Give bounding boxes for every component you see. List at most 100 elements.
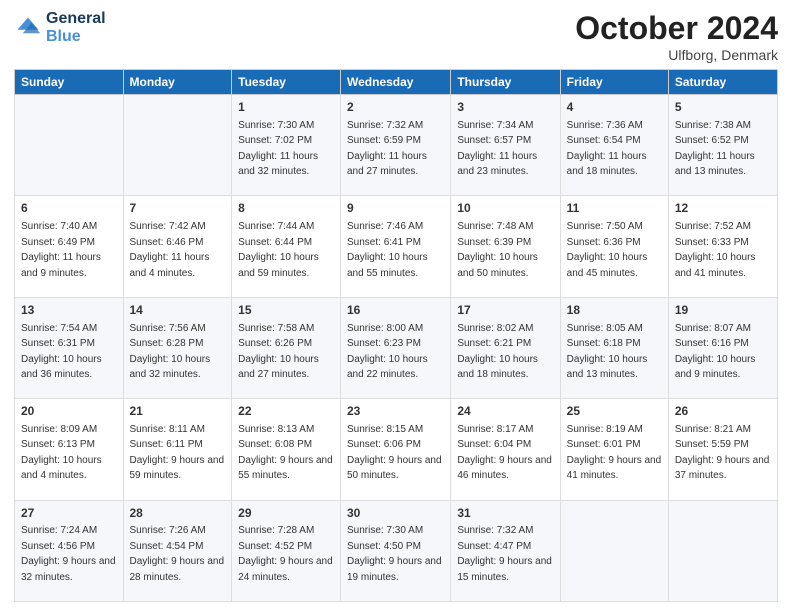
table-row: 6 Sunrise: 7:40 AMSunset: 6:49 PMDaylight… — [15, 196, 124, 297]
day-info: Sunrise: 7:38 AMSunset: 6:52 PMDaylight:… — [675, 120, 755, 178]
day-number: 10 — [457, 200, 553, 217]
day-number: 1 — [238, 99, 334, 116]
day-info: Sunrise: 8:00 AMSunset: 6:23 PMDaylight:… — [347, 323, 428, 381]
table-row: 27 Sunrise: 7:24 AMSunset: 4:56 PMDayligh… — [15, 500, 124, 601]
day-number: 5 — [675, 99, 771, 116]
table-row: 25 Sunrise: 8:19 AMSunset: 6:01 PMDayligh… — [560, 399, 668, 500]
day-info: Sunrise: 7:54 AMSunset: 6:31 PMDaylight:… — [21, 323, 102, 381]
day-info: Sunrise: 7:52 AMSunset: 6:33 PMDaylight:… — [675, 221, 756, 279]
title-area: October 2024 Ulfborg, Denmark — [575, 10, 778, 63]
table-row: 9Sunrise: 7:46 AMSunset: 6:41 PMDaylight… — [341, 196, 451, 297]
day-info: Sunrise: 7:34 AMSunset: 6:57 PMDaylight:… — [457, 120, 537, 178]
day-info: Sunrise: 7:36 AMSunset: 6:54 PMDaylight:… — [567, 120, 647, 178]
day-info: Sunrise: 7:30 AMSunset: 4:50 PMDaylight:… — [347, 525, 442, 583]
day-number: 21 — [130, 403, 226, 420]
day-number: 18 — [567, 302, 662, 319]
day-info: Sunrise: 8:21 AMSunset: 5:59 PMDaylight:… — [675, 424, 770, 482]
day-info: Sunrise: 8:05 AMSunset: 6:18 PMDaylight:… — [567, 323, 648, 381]
day-number: 17 — [457, 302, 553, 319]
table-row: 8Sunrise: 7:44 AMSunset: 6:44 PMDaylight… — [232, 196, 341, 297]
day-info: Sunrise: 8:19 AMSunset: 6:01 PMDaylight:… — [567, 424, 662, 482]
table-row: 16 Sunrise: 8:00 AMSunset: 6:23 PMDayligh… — [341, 297, 451, 398]
table-row: 3 Sunrise: 7:34 AMSunset: 6:57 PMDaylight… — [451, 95, 560, 196]
day-info: Sunrise: 8:11 AMSunset: 6:11 PMDaylight:… — [130, 424, 225, 482]
day-info: Sunrise: 7:32 AMSunset: 6:59 PMDaylight:… — [347, 120, 427, 178]
day-info: Sunrise: 7:48 AMSunset: 6:39 PMDaylight:… — [457, 221, 538, 279]
day-info: Sunrise: 7:42 AMSunset: 6:46 PMDaylight:… — [130, 221, 210, 279]
day-info: Sunrise: 7:58 AMSunset: 6:26 PMDaylight:… — [238, 323, 319, 381]
day-number: 11 — [567, 200, 662, 217]
col-thursday: Thursday — [451, 70, 560, 95]
col-tuesday: Tuesday — [232, 70, 341, 95]
table-row: 20 Sunrise: 8:09 AMSunset: 6:13 PMDayligh… — [15, 399, 124, 500]
day-number: 15 — [238, 302, 334, 319]
day-number: 23 — [347, 403, 444, 420]
table-row — [15, 95, 124, 196]
table-row — [560, 500, 668, 601]
logo-icon — [14, 14, 42, 42]
day-info: Sunrise: 7:44 AMSunset: 6:44 PMDaylight:… — [238, 221, 319, 279]
day-number: 2 — [347, 99, 444, 116]
table-row: 26 Sunrise: 8:21 AMSunset: 5:59 PMDayligh… — [668, 399, 777, 500]
table-row: 29Sunrise: 7:28 AMSunset: 4:52 PMDayligh… — [232, 500, 341, 601]
table-row: 30Sunrise: 7:30 AMSunset: 4:50 PMDayligh… — [341, 500, 451, 601]
table-row: 10 Sunrise: 7:48 AMSunset: 6:39 PMDayligh… — [451, 196, 560, 297]
day-number: 12 — [675, 200, 771, 217]
table-row — [668, 500, 777, 601]
day-info: Sunrise: 8:17 AMSunset: 6:04 PMDaylight:… — [457, 424, 552, 482]
logo: General Blue — [14, 10, 106, 45]
table-row: 21 Sunrise: 8:11 AMSunset: 6:11 PMDayligh… — [123, 399, 232, 500]
location: Ulfborg, Denmark — [575, 47, 778, 63]
day-number: 14 — [130, 302, 226, 319]
table-row: 12 Sunrise: 7:52 AMSunset: 6:33 PMDayligh… — [668, 196, 777, 297]
table-row: 4 Sunrise: 7:36 AMSunset: 6:54 PMDaylight… — [560, 95, 668, 196]
table-row — [123, 95, 232, 196]
table-row: 14 Sunrise: 7:56 AMSunset: 6:28 PMDayligh… — [123, 297, 232, 398]
calendar-week-1: 1 Sunrise: 7:30 AMSunset: 7:02 PMDaylight… — [15, 95, 778, 196]
day-number: 26 — [675, 403, 771, 420]
table-row: 2 Sunrise: 7:32 AMSunset: 6:59 PMDaylight… — [341, 95, 451, 196]
month-title: October 2024 — [575, 10, 778, 47]
day-info: Sunrise: 7:56 AMSunset: 6:28 PMDaylight:… — [130, 323, 211, 381]
day-info: Sunrise: 7:28 AMSunset: 4:52 PMDaylight:… — [238, 525, 333, 583]
calendar-week-4: 20 Sunrise: 8:09 AMSunset: 6:13 PMDayligh… — [15, 399, 778, 500]
table-row: 13Sunrise: 7:54 AMSunset: 6:31 PMDayligh… — [15, 297, 124, 398]
day-number: 28 — [130, 505, 226, 522]
col-saturday: Saturday — [668, 70, 777, 95]
day-info: Sunrise: 8:15 AMSunset: 6:06 PMDaylight:… — [347, 424, 442, 482]
table-row: 7Sunrise: 7:42 AMSunset: 6:46 PMDaylight… — [123, 196, 232, 297]
day-number: 4 — [567, 99, 662, 116]
table-row: 15 Sunrise: 7:58 AMSunset: 6:26 PMDayligh… — [232, 297, 341, 398]
day-info: Sunrise: 8:13 AMSunset: 6:08 PMDaylight:… — [238, 424, 333, 482]
table-row: 17 Sunrise: 8:02 AMSunset: 6:21 PMDayligh… — [451, 297, 560, 398]
day-info: Sunrise: 7:24 AMSunset: 4:56 PMDaylight:… — [21, 525, 116, 583]
day-number: 22 — [238, 403, 334, 420]
table-row: 19Sunrise: 8:07 AMSunset: 6:16 PMDayligh… — [668, 297, 777, 398]
calendar-table: Sunday Monday Tuesday Wednesday Thursday… — [14, 69, 778, 602]
day-info: Sunrise: 7:30 AMSunset: 7:02 PMDaylight:… — [238, 120, 318, 178]
day-info: Sunrise: 7:40 AMSunset: 6:49 PMDaylight:… — [21, 221, 101, 279]
calendar-page: General Blue October 2024 Ulfborg, Denma… — [0, 0, 792, 612]
day-number: 25 — [567, 403, 662, 420]
table-row: 22 Sunrise: 8:13 AMSunset: 6:08 PMDayligh… — [232, 399, 341, 500]
day-number: 19 — [675, 302, 771, 319]
day-number: 27 — [21, 505, 117, 522]
calendar-week-2: 6 Sunrise: 7:40 AMSunset: 6:49 PMDaylight… — [15, 196, 778, 297]
col-sunday: Sunday — [15, 70, 124, 95]
table-row: 5 Sunrise: 7:38 AMSunset: 6:52 PMDaylight… — [668, 95, 777, 196]
day-number: 16 — [347, 302, 444, 319]
logo-text: General Blue — [46, 10, 106, 45]
day-number: 6 — [21, 200, 117, 217]
table-row: 31Sunrise: 7:32 AMSunset: 4:47 PMDayligh… — [451, 500, 560, 601]
day-number: 31 — [457, 505, 553, 522]
day-info: Sunrise: 8:02 AMSunset: 6:21 PMDaylight:… — [457, 323, 538, 381]
calendar-week-5: 27 Sunrise: 7:24 AMSunset: 4:56 PMDayligh… — [15, 500, 778, 601]
table-row: 24Sunrise: 8:17 AMSunset: 6:04 PMDayligh… — [451, 399, 560, 500]
day-info: Sunrise: 7:46 AMSunset: 6:41 PMDaylight:… — [347, 221, 428, 279]
table-row: 23 Sunrise: 8:15 AMSunset: 6:06 PMDayligh… — [341, 399, 451, 500]
day-number: 3 — [457, 99, 553, 116]
day-number: 20 — [21, 403, 117, 420]
day-info: Sunrise: 8:09 AMSunset: 6:13 PMDaylight:… — [21, 424, 102, 482]
table-row: 18 Sunrise: 8:05 AMSunset: 6:18 PMDayligh… — [560, 297, 668, 398]
col-monday: Monday — [123, 70, 232, 95]
